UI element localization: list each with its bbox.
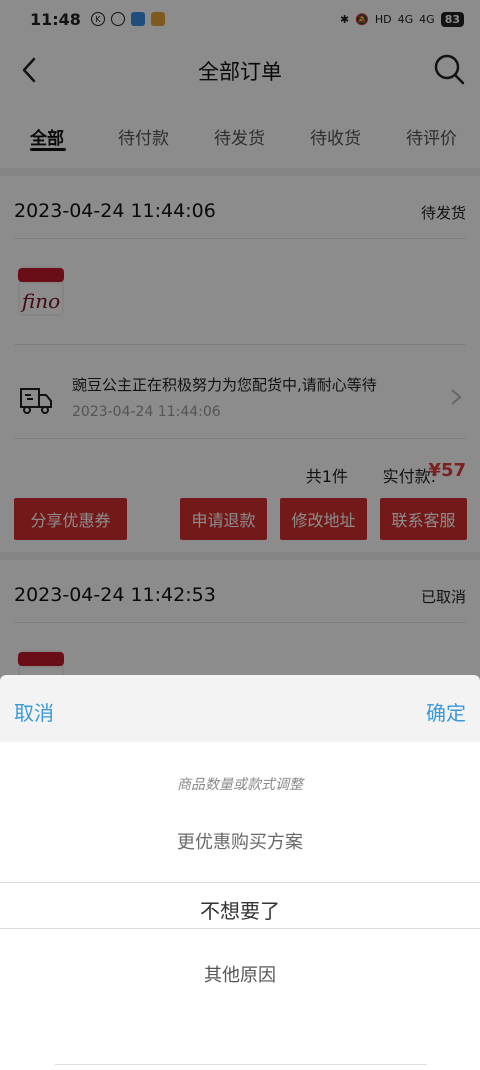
picker-toolbar: 取消 确定 (0, 675, 480, 742)
gesture-bar (55, 1064, 427, 1070)
picker-option[interactable]: 商品数量或款式调整 (0, 774, 480, 794)
reason-picker[interactable]: 商品数量或款式调整 更优惠购买方案 不想要了 其他原因 (0, 742, 480, 1070)
picker-selection-line (0, 882, 480, 883)
confirm-button[interactable]: 确定 (426, 697, 466, 726)
picker-option-selected[interactable]: 不想要了 (0, 895, 480, 924)
cancel-button[interactable]: 取消 (14, 697, 54, 726)
picker-option[interactable]: 更优惠购买方案 (0, 828, 480, 854)
picker-option[interactable]: 其他原因 (0, 961, 480, 987)
picker-selection-line (0, 928, 480, 929)
